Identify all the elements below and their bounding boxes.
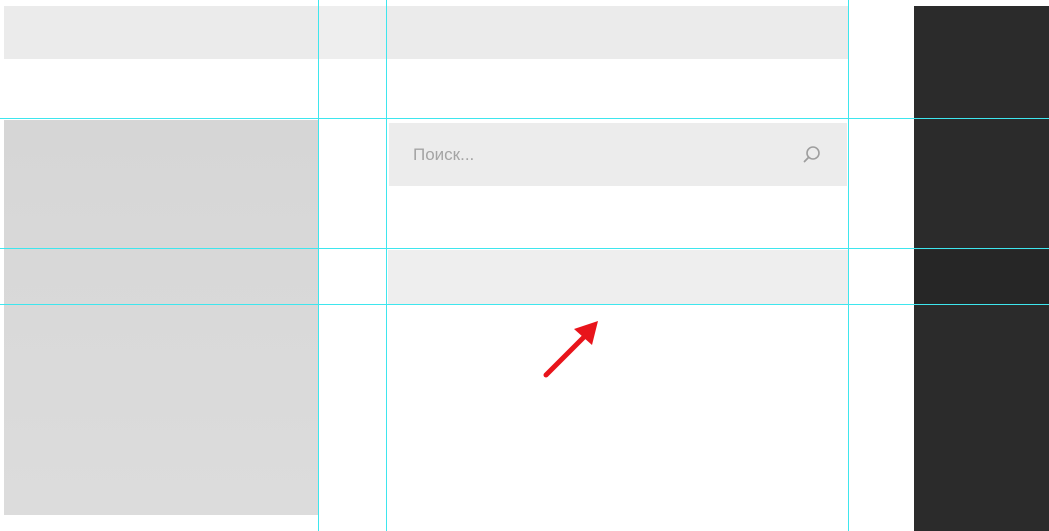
guide-line-horizontal	[0, 248, 1049, 249]
guide-line-vertical	[386, 0, 387, 531]
search-placeholder: Поиск...	[413, 144, 475, 164]
guide-line-horizontal	[0, 304, 1049, 305]
dark-panel-strip	[914, 250, 1049, 305]
guide-line-vertical	[318, 0, 319, 531]
header-bar-gutter	[318, 6, 387, 59]
image-placeholder	[4, 120, 319, 515]
design-canvas: Поиск...	[0, 0, 1049, 531]
header-bar-left	[4, 6, 318, 59]
arrow-icon	[543, 321, 598, 378]
guide-line-horizontal	[0, 118, 1049, 119]
header-bar-right	[387, 6, 848, 59]
search-icon[interactable]	[801, 144, 823, 166]
guide-line-vertical	[848, 0, 849, 531]
search-field[interactable]: Поиск...	[389, 123, 847, 186]
content-bar	[388, 250, 848, 305]
